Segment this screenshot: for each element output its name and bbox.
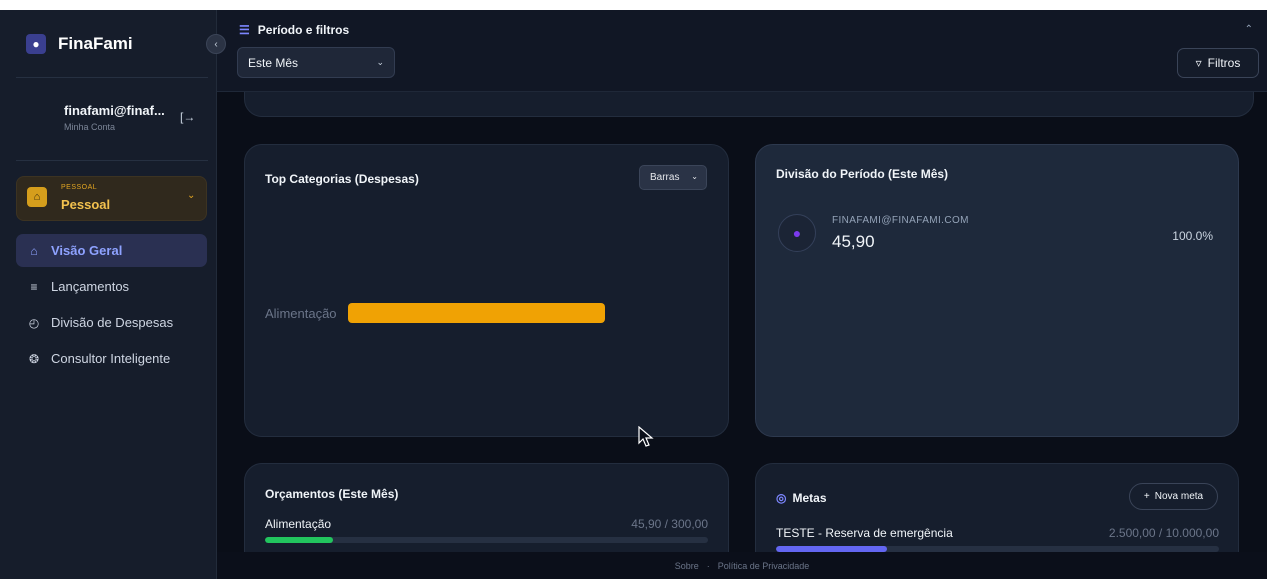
sidebar-item-visao-geral[interactable]: ⌂ Visão Geral [16,234,207,267]
filters-title-label: Período e filtros [257,23,350,37]
filters-button-label: Filtros [1207,56,1241,70]
member-email: FINAFAMI@FINAFAMI.COM [832,215,969,226]
period-division-title: Divisão do Período (Este Mês) [776,167,949,181]
app-name: FinaFami [58,34,133,53]
family-logo-icon: ● [26,34,46,54]
chart-type-value: Barras [650,172,680,183]
window-top-strip [0,0,1267,10]
sidebar-divider [16,160,208,161]
user-avatar-icon: ● [778,214,816,252]
period-select-value: Este Mês [248,56,299,70]
pie-chart-icon: ◴ [28,315,40,330]
filters-header: ☰ Período e filtros ⌃ Este Mês ⌄ ▿ Filtr… [217,10,1267,92]
account-info[interactable]: finafami@finaf... Minha Conta [64,103,165,132]
profile-kicker: PESSOAL [61,184,98,191]
top-categories-title: Top Categorias (Despesas) [265,172,419,186]
filter-icon: ▿ [1195,56,1202,70]
sidebar-item-divisao-despesas[interactable]: ◴ Divisão de Despesas [16,306,207,339]
logout-icon[interactable]: [→ [180,110,195,124]
sidebar-divider [16,77,208,78]
chevron-up-icon[interactable]: ⌃ [1245,24,1253,35]
chart-type-select[interactable]: Barras ⌄ [639,165,707,190]
bar-category-label: Alimentação [265,306,337,321]
user-icon: ⌂ [27,187,47,207]
privacy-link[interactable]: Política de Privacidade [718,561,810,571]
collapse-sidebar-button[interactable]: ‹ [206,34,226,54]
sidebar-item-label: Lançamentos [51,279,130,294]
chevron-down-icon: ⌄ [376,57,384,67]
goals-title: ◎ Metas [776,491,827,505]
chevron-down-icon: ⌄ [187,190,196,201]
period-division-card: Divisão do Período (Este Mês) ● FINAFAMI… [755,144,1239,437]
plus-icon: + [1143,491,1150,502]
filters-button[interactable]: ▿ Filtros [1177,48,1259,78]
footer: Sobre · Política de Privacidade [217,552,1267,579]
goal-row[interactable]: TESTE - Reserva de emergência 2.500,00 /… [776,526,1219,552]
budget-progress-fill [265,537,333,543]
brain-icon: ❂ [28,351,40,366]
sidebar-item-label: Consultor Inteligente [51,351,171,366]
top-categories-card: Top Categorias (Despesas) Barras ⌄ Alime… [244,144,729,437]
account-subtitle: Minha Conta [64,122,116,132]
new-goal-label: Nova meta [1154,491,1204,502]
chevron-down-icon: ⌄ [691,172,698,181]
sidebar-item-label: Visão Geral [51,243,123,258]
period-select[interactable]: Este Mês ⌄ [237,47,395,78]
footer-separator: · [706,560,710,571]
filters-title: ☰ Período e filtros [239,23,349,37]
budgets-card: Orçamentos (Este Mês) Alimentação 45,90 … [244,463,729,552]
mouse-cursor-icon [638,426,654,447]
app-window: ● FinaFami finafami@finaf... Minha Conta… [0,0,1267,579]
budget-value: 45,90 / 300,00 [631,517,708,531]
home-icon: ⌂ [30,243,38,258]
new-goal-button[interactable]: + Nova meta [1129,483,1218,510]
goals-card: ◎ Metas + Nova meta TESTE - Reserva de em… [755,463,1239,552]
target-icon: ◎ [776,491,787,505]
sidebar: ● FinaFami finafami@finaf... Minha Conta… [0,10,217,579]
sidebar-nav: ⌂ Visão Geral ≡ Lançamentos ◴ Divisão de… [16,234,207,378]
sidebar-item-label: Divisão de Despesas [51,315,174,330]
budgets-title: Orçamentos (Este Mês) [265,487,399,501]
list-icon: ≡ [30,279,38,294]
about-link[interactable]: Sobre [675,561,699,571]
budget-row[interactable]: Alimentação 45,90 / 300,00 [265,517,708,543]
profile-switcher[interactable]: ⌂ PESSOAL Pessoal ⌄ [16,176,207,221]
brand[interactable]: ● FinaFami [26,34,133,54]
category-bar[interactable] [348,303,605,323]
goals-title-label: Metas [792,491,827,505]
sliders-icon: ☰ [239,23,250,37]
budget-progress [265,537,708,543]
member-amount: 45,90 [832,232,875,251]
dashboard-main: Top Categorias (Despesas) Barras ⌄ Alime… [217,92,1267,552]
sidebar-item-consultor[interactable]: ❂ Consultor Inteligente [16,342,207,375]
goal-value: 2.500,00 / 10.000,00 [1108,526,1219,540]
member-percent: 100.0% [1172,229,1213,243]
sidebar-item-lancamentos[interactable]: ≡ Lançamentos [16,270,207,303]
account-email: finafami@finaf... [64,103,165,118]
summary-card [244,92,1254,117]
profile-name: Pessoal [61,197,111,212]
